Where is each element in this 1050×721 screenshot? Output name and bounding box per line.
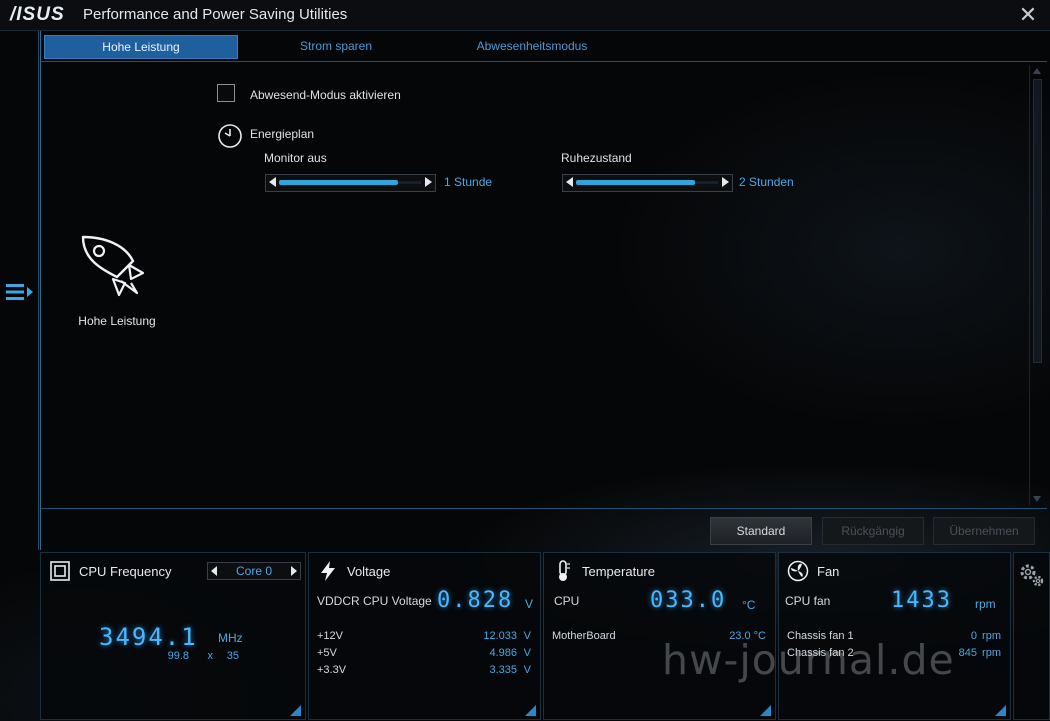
sidebar (0, 31, 39, 550)
thermometer-icon (559, 560, 570, 581)
cpu-temp-unit: °C (742, 598, 756, 612)
cpu-chip-icon (50, 561, 70, 581)
clock-icon (218, 124, 242, 148)
monitor-off-value: 1 Stunde (444, 175, 493, 189)
rail-unit: V (523, 664, 531, 676)
sleep-label: Ruhezustand (561, 151, 632, 165)
apply-button[interactable]: Übernehmen (933, 517, 1035, 545)
rail-value: 3.335 (489, 664, 517, 676)
motherboard-temp-label: MotherBoard (552, 630, 616, 642)
multiplier-value: 35 (226, 650, 239, 662)
slider-fill (279, 180, 399, 185)
slider-left-arrow-icon[interactable] (269, 177, 276, 187)
watermark: hw-journal.de (662, 636, 955, 684)
scroll-thumb[interactable] (1033, 79, 1042, 363)
cpu-fan-label: CPU fan (785, 594, 831, 608)
scroll-down-arrow-icon[interactable] (1033, 496, 1041, 502)
scroll-up-arrow-icon[interactable] (1033, 68, 1041, 74)
chassis-fan-unit: rpm (982, 630, 1001, 642)
vddcr-unit: V (525, 597, 534, 611)
chassis-fan-unit: rpm (982, 647, 1001, 659)
tab-strom-sparen[interactable]: Strom sparen (240, 35, 432, 57)
cpu-temp-label: CPU (554, 594, 580, 608)
sleep-slider[interactable] (562, 174, 733, 192)
cpu-fan-unit: rpm (975, 597, 996, 611)
settings-content (41, 61, 1047, 509)
voltage-title: Voltage (347, 564, 391, 579)
rail-label: +3.3V (317, 664, 347, 676)
lightning-icon (321, 561, 335, 581)
temperature-title: Temperature (582, 564, 655, 579)
rail-label: +5V (317, 647, 337, 659)
expand-corner-icon[interactable] (760, 705, 771, 716)
app-title: Performance and Power Saving Utilities (83, 6, 348, 23)
close-button[interactable]: ✕ (1016, 3, 1040, 27)
settings-panel (1013, 552, 1050, 720)
core-next-arrow-icon[interactable] (291, 566, 297, 576)
core-selector-value: Core 0 (235, 564, 273, 578)
slider-right-arrow-icon[interactable] (722, 177, 729, 187)
multiply-sign: x (207, 650, 214, 662)
fan-title: Fan (817, 564, 840, 579)
fan-icon (787, 560, 809, 582)
cpu-frequency-value: 3494.1 (99, 623, 198, 651)
cpu-frequency-unit: MHz (218, 631, 243, 645)
expand-corner-icon[interactable] (525, 705, 536, 716)
rail-unit: V (523, 630, 531, 642)
voltage-panel: Voltage VDDCR CPU Voltage 0.828 V +12V 1… (308, 552, 541, 720)
rail-unit: V (523, 647, 531, 659)
undo-button[interactable]: Rückgängig (822, 517, 924, 545)
standard-button[interactable]: Standard (710, 517, 812, 545)
vddcr-value: 0.828 (437, 588, 514, 613)
slider-fill (576, 180, 696, 185)
rocket-icon (81, 235, 145, 297)
cpu-frequency-panel: CPU Frequency Core 0 3494.1 MHz 99.8 x 3… (40, 552, 306, 720)
expand-corner-icon[interactable] (290, 705, 301, 716)
sleep-value: 2 Stunden (739, 175, 794, 189)
slider-track (576, 180, 718, 185)
expand-corner-icon[interactable] (995, 705, 1006, 716)
away-mode-label: Abwesend-Modus aktivieren (250, 88, 401, 102)
mode-label: Hohe Leistung (78, 314, 156, 328)
tab-abwesenheitsmodus[interactable]: Abwesenheitsmodus (436, 35, 628, 57)
base-clock-value: 99.8 (167, 650, 189, 662)
monitor-off-slider[interactable] (265, 174, 436, 192)
away-mode-checkbox[interactable] (217, 84, 235, 102)
vertical-scrollbar[interactable] (1029, 65, 1044, 505)
slider-right-arrow-icon[interactable] (425, 177, 432, 187)
rail-label: +12V (317, 630, 343, 642)
slider-track (279, 180, 421, 185)
power-plan-label: Energieplan (250, 127, 315, 141)
rail-value: 4.986 (489, 647, 517, 659)
core-selector[interactable]: Core 0 (207, 562, 301, 580)
asus-logo: /ISUS (10, 4, 65, 25)
cpu-frequency-title: CPU Frequency (79, 564, 172, 579)
vddcr-label: VDDCR CPU Voltage (317, 594, 432, 608)
monitor-off-label: Monitor aus (264, 151, 327, 165)
main-panel: Hohe Leistung Strom sparen Abwesenheitsm… (40, 31, 1049, 550)
menu-expand-icon[interactable] (4, 281, 36, 303)
tab-hohe-leistung[interactable]: Hohe Leistung (44, 35, 238, 59)
cpu-temp-value: 033.0 (650, 588, 727, 613)
cpu-fan-value: 1433 (891, 588, 952, 613)
slider-left-arrow-icon[interactable] (566, 177, 573, 187)
rail-value: 12.033 (483, 630, 517, 642)
gear-icon[interactable] (1018, 561, 1046, 589)
title-bar: /ISUS Performance and Power Saving Utili… (0, 0, 1050, 31)
